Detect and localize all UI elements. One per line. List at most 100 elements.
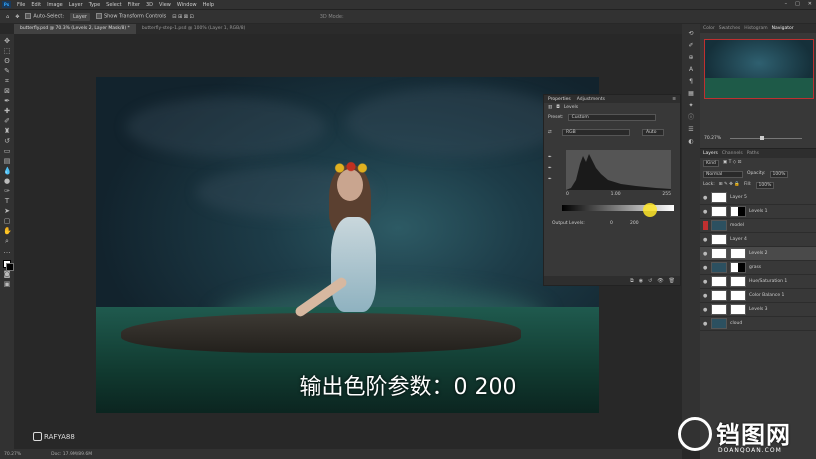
layer-row[interactable]: ● Hue/Saturation 1 [700,275,816,289]
mask-icon[interactable]: ◘ [556,105,560,110]
color-swatches[interactable] [3,260,14,271]
menu-edit[interactable]: Edit [28,2,44,8]
frame-icon[interactable]: ⊠ [3,87,11,95]
output-gradient-slider[interactable] [562,205,674,211]
tab-butterfly[interactable]: butterfly.psd @ 70.3% (Levels 2, Layer M… [14,24,136,34]
black-eyedropper-icon[interactable]: ✒ [548,155,552,160]
reset-icon[interactable]: ↺ [648,278,652,284]
show-transform-checkbox[interactable]: Show Transform Controls [95,13,166,20]
layer-row[interactable]: ● Levels 1 [700,205,816,219]
more-tools-icon[interactable]: … [3,247,11,255]
menu-select[interactable]: Select [103,2,124,8]
info-icon[interactable]: ⓘ [687,114,695,122]
zoom-icon[interactable]: ⌕ [3,237,11,245]
eye-icon[interactable]: ● [703,209,708,215]
eraser-icon[interactable]: ▭ [3,147,11,155]
marquee-icon[interactable]: ⬚ [3,47,11,55]
menu-type[interactable]: Type [86,2,103,8]
styles-icon[interactable]: ✦ [687,102,695,110]
crop-icon[interactable]: ⌗ [3,77,11,85]
input-black-value[interactable]: 0 [566,192,569,197]
navigator-thumbnail[interactable] [704,39,814,99]
minimize-icon[interactable]: – [785,1,788,7]
home-icon[interactable]: ⌂ [6,14,9,20]
tab-swatches[interactable]: Swatches [719,26,741,31]
fill-field[interactable]: 100% [755,182,775,189]
opacity-field[interactable]: 100% [769,171,789,178]
tab-channels[interactable]: Channels [722,151,743,156]
character-icon[interactable]: A [687,66,695,74]
auto-select-target-dropdown[interactable]: Layer [70,12,90,21]
layer-mask-thumbnail[interactable] [730,290,746,301]
layer-mask-thumbnail[interactable] [730,304,746,315]
status-zoom[interactable]: 70.27% [4,452,21,457]
preset-dropdown[interactable]: Custom [567,114,656,121]
layer-mask-thumbnail[interactable] [730,206,746,217]
eye-icon[interactable]: ● [703,195,708,201]
properties-icon[interactable]: ☰ [687,126,695,134]
clip-icon[interactable]: ⧉ [630,278,634,284]
screen-mode-icon[interactable]: ▣ [3,280,11,288]
blur-icon[interactable]: 💧 [3,167,12,175]
layer-row[interactable]: ● cloud [700,317,816,331]
clone-source-icon[interactable]: ⊕ [687,54,695,62]
layer-filter-dropdown[interactable]: Kind [703,160,719,167]
view-previous-icon[interactable]: ◉ [639,278,643,284]
hand-icon[interactable]: ✋ [3,227,12,235]
libraries-icon[interactable]: ▦ [687,90,695,98]
layer-mask-thumbnail[interactable] [730,248,746,259]
output-black-value[interactable]: 0 [610,221,613,226]
brush-icon[interactable]: ✐ [3,117,11,125]
brush-settings-icon[interactable]: ✐ [687,42,695,50]
layer-mask-thumbnail[interactable] [730,262,746,273]
close-icon[interactable]: ✕ [808,1,812,7]
layer-row[interactable]: ● Layer 5 [700,191,816,205]
tab-color[interactable]: Color [703,26,715,31]
pen-icon[interactable]: ✑ [3,187,11,195]
move-icon[interactable]: ✥ [3,37,11,45]
layer-row[interactable]: ● Levels 3 [700,303,816,317]
eye-icon[interactable]: ● [703,321,708,327]
eye-icon[interactable]: ● [703,251,708,257]
menu-window[interactable]: Window [174,2,200,8]
eye-icon[interactable]: ● [703,307,708,313]
path-select-icon[interactable]: ➤ [3,207,11,215]
eyedropper-icon[interactable]: ✒ [3,97,11,105]
visibility-icon[interactable]: 👁 [657,278,663,284]
visibility-highlight[interactable] [703,221,708,230]
channel-dropdown[interactable]: RGB [562,129,630,136]
menu-file[interactable]: File [14,2,28,8]
align-icons[interactable]: ⊟ ⊞ ⊠ ⊡ [172,14,194,20]
history-icon[interactable]: ⟲ [687,30,695,38]
quick-mask-icon[interactable]: ◙ [3,270,11,278]
lasso-icon[interactable]: ʘ [3,57,11,65]
tab-butterfly-step-1[interactable]: butterfly-step-1.psd @ 100% (Layer 1, RG… [136,24,252,34]
navigator-zoom-slider[interactable] [730,136,802,140]
tab-histogram[interactable]: Histogram [744,26,767,31]
navigator-zoom-value[interactable]: 70.27% [704,136,721,141]
maximize-icon[interactable]: □ [795,1,800,7]
layer-mask-thumbnail[interactable] [730,276,746,287]
layer-row[interactable]: ● Color Balance 1 [700,289,816,303]
menu-3d[interactable]: 3D [143,2,156,8]
input-white-value[interactable]: 255 [662,192,671,197]
move-tool-icon[interactable]: ✥ [15,14,19,20]
layer-row[interactable]: ● grass [700,261,816,275]
menu-view[interactable]: View [156,2,174,8]
tab-navigator[interactable]: Navigator [772,26,794,31]
blend-mode-dropdown[interactable]: Normal [703,171,743,178]
tab-adjustments[interactable]: Adjustments [577,97,605,102]
input-gamma-value[interactable]: 1.00 [611,192,621,197]
adjustments-icon[interactable]: ◐ [687,138,695,146]
paragraph-icon[interactable]: ¶ [687,78,695,86]
eye-icon[interactable]: ● [703,293,708,299]
healing-icon[interactable]: ✚ [3,107,11,115]
eye-icon[interactable]: ● [703,279,708,285]
layer-row[interactable]: model [700,219,816,233]
eye-icon[interactable]: ● [703,265,708,271]
layer-row[interactable]: ● Levels 2 [700,247,816,261]
panel-menu-icon[interactable]: ≡ [672,97,676,102]
gradient-icon[interactable]: ▤ [3,157,11,165]
output-white-value[interactable]: 200 [630,221,639,226]
eye-icon[interactable]: ● [703,237,708,243]
